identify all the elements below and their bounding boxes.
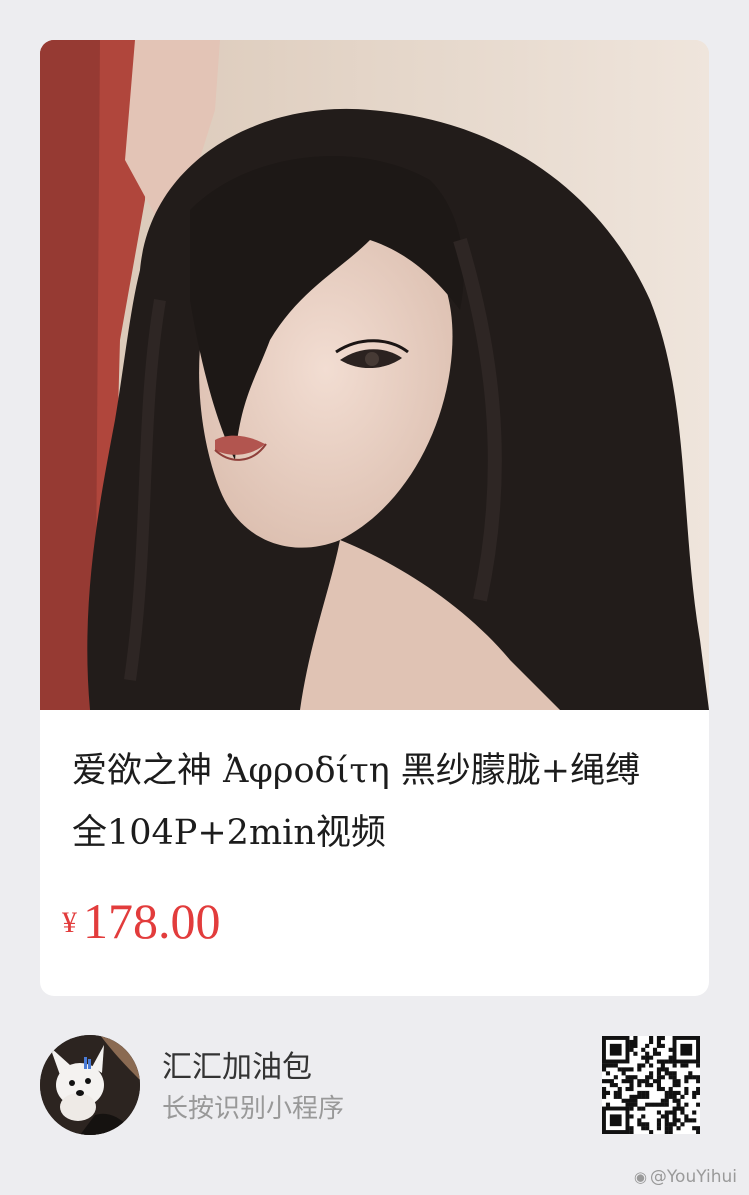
mini-program-qr-code[interactable] (602, 1036, 701, 1135)
shop-hint: 长按识别小程序 (162, 1094, 345, 1124)
watermark: ◉ @YouYihui (634, 1167, 737, 1187)
shop-avatar[interactable] (40, 1035, 140, 1135)
shop-name: 汇汇加油包 (162, 1050, 312, 1085)
product-card[interactable]: 爱欲之神 Ἀφροδίτη 黑纱朦胧+绳缚 全104P+2min视频 ¥178.… (40, 40, 709, 996)
product-price: ¥178.00 (62, 892, 221, 950)
weibo-icon: ◉ (633, 1168, 647, 1186)
portrait-photo (40, 40, 709, 710)
product-title: 爱欲之神 Ἀφροδίτη 黑纱朦胧+绳缚 全104P+2min视频 (72, 751, 641, 853)
watermark-text: @YouYihui (649, 1167, 737, 1187)
product-photo[interactable] (40, 40, 709, 710)
currency-symbol: ¥ (62, 906, 77, 939)
qr-code-icon (602, 1036, 701, 1135)
dog-avatar (40, 1035, 140, 1135)
price-amount: 178.00 (83, 893, 221, 949)
